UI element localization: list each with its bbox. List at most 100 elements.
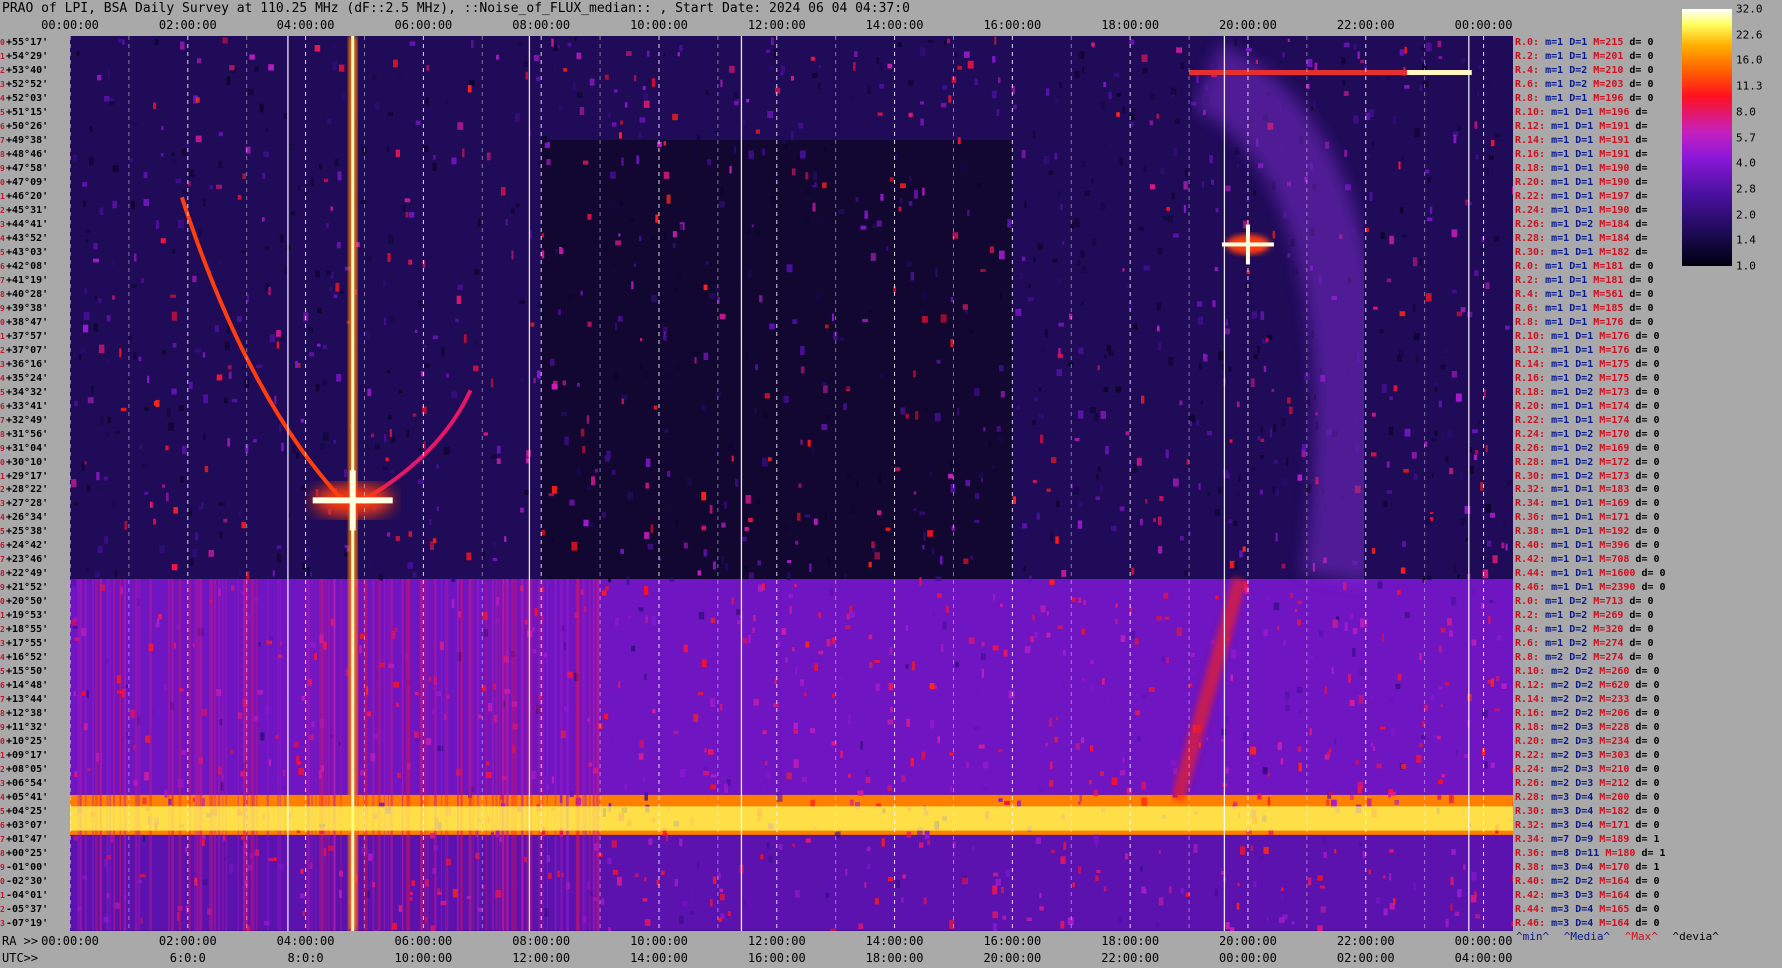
noise-speck [1148, 687, 1155, 693]
noise-speck [171, 564, 178, 571]
noise-speck [247, 88, 254, 95]
noise-speck [382, 280, 386, 287]
noise-streak [460, 579, 462, 931]
noise-speck [1476, 91, 1480, 96]
noise-speck [1277, 742, 1282, 751]
noise-speck [366, 331, 371, 339]
utc-bottom-tick: 04:00:00 [1454, 951, 1513, 965]
noise-speck [1140, 866, 1143, 872]
noise-speck [1393, 385, 1398, 392]
noise-speck [1038, 387, 1042, 392]
noise-speck [865, 776, 871, 784]
noise-speck [609, 171, 616, 179]
noise-streak [327, 579, 330, 931]
noise-speck [1210, 640, 1216, 644]
noise-speck [185, 846, 188, 853]
noise-speck [1183, 181, 1188, 190]
noise-speck [1141, 886, 1146, 894]
noise-speck [600, 708, 605, 713]
noise-speck [298, 767, 304, 775]
noise-speck [224, 341, 231, 351]
noise-speck [748, 572, 754, 580]
noise-speck [626, 51, 632, 56]
noise-speck [548, 872, 552, 879]
noise-speck [1125, 431, 1130, 436]
noise-speck [1301, 443, 1307, 452]
noise-speck [810, 799, 815, 808]
noise-speck [1002, 915, 1007, 920]
noise-speck [140, 278, 145, 283]
noise-speck [644, 919, 651, 926]
noise-speck [1250, 746, 1257, 755]
noise-speck [1021, 256, 1026, 262]
noise-speck [1059, 82, 1062, 89]
noise-speck [1445, 918, 1449, 928]
noise-speck [563, 68, 568, 72]
noise-speck [1448, 794, 1454, 804]
noise-speck [1153, 518, 1156, 523]
noise-speck [418, 300, 424, 307]
noise-speck [981, 668, 984, 678]
noise-speck [1013, 104, 1017, 110]
noise-speck [701, 491, 707, 501]
noise-speck [87, 397, 94, 404]
noise-speck [171, 152, 175, 156]
noise-speck [874, 552, 880, 560]
noise-speck [106, 315, 111, 322]
noise-speck [196, 58, 202, 64]
declination-label: 0+47°09' [0, 176, 49, 188]
heatmap-plot[interactable] [70, 36, 1513, 931]
noise-speck [701, 404, 705, 411]
noise-speck [636, 155, 640, 165]
noise-speck [1438, 400, 1442, 408]
noise-speck [1495, 675, 1500, 682]
noise-speck [881, 838, 885, 847]
row-stat: R.42: m=3 D=3 M=164 d= 0 [1515, 890, 1660, 902]
noise-speck [1073, 486, 1079, 495]
noise-speck [78, 354, 82, 360]
noise-streak [567, 579, 569, 931]
noise-speck [195, 135, 202, 143]
noise-speck [1394, 800, 1400, 805]
noise-speck [1158, 342, 1162, 352]
noise-speck [242, 173, 246, 179]
noise-speck [396, 772, 401, 778]
noise-speck [1206, 737, 1209, 741]
noise-speck [188, 558, 194, 566]
noise-speck [87, 768, 91, 772]
noise-speck [818, 64, 822, 69]
noise-speck [526, 450, 531, 458]
noise-speck [690, 890, 693, 900]
noise-speck [335, 282, 340, 292]
noise-speck [1438, 645, 1442, 653]
noise-speck [675, 364, 680, 372]
noise-speck [994, 36, 997, 45]
noise-speck [735, 609, 741, 615]
noise-speck [1089, 684, 1094, 692]
noise-speck [1263, 365, 1267, 372]
noise-speck [650, 235, 656, 240]
noise-speck [500, 187, 506, 196]
noise-speck [404, 198, 411, 203]
noise-speck [1393, 117, 1397, 125]
noise-speck [195, 532, 199, 541]
noise-streak [77, 579, 80, 931]
noise-speck [855, 197, 859, 202]
noise-speck [139, 874, 146, 878]
noise-speck [561, 411, 567, 416]
noise-speck [343, 547, 347, 557]
noise-speck [800, 366, 805, 374]
noise-speck [603, 713, 609, 720]
noise-speck [697, 691, 704, 696]
noise-speck [384, 317, 387, 325]
noise-speck [1046, 488, 1051, 492]
noise-speck [1080, 250, 1085, 258]
noise-speck [1211, 179, 1214, 185]
row-stat: R.40: m=2 D=2 M=164 d= 0 [1515, 876, 1660, 888]
noise-speck [1511, 186, 1513, 195]
noise-speck [1097, 365, 1100, 371]
noise-speck [1383, 500, 1388, 508]
noise-speck [216, 374, 223, 381]
noise-speck [779, 204, 783, 208]
noise-speck [255, 168, 259, 172]
